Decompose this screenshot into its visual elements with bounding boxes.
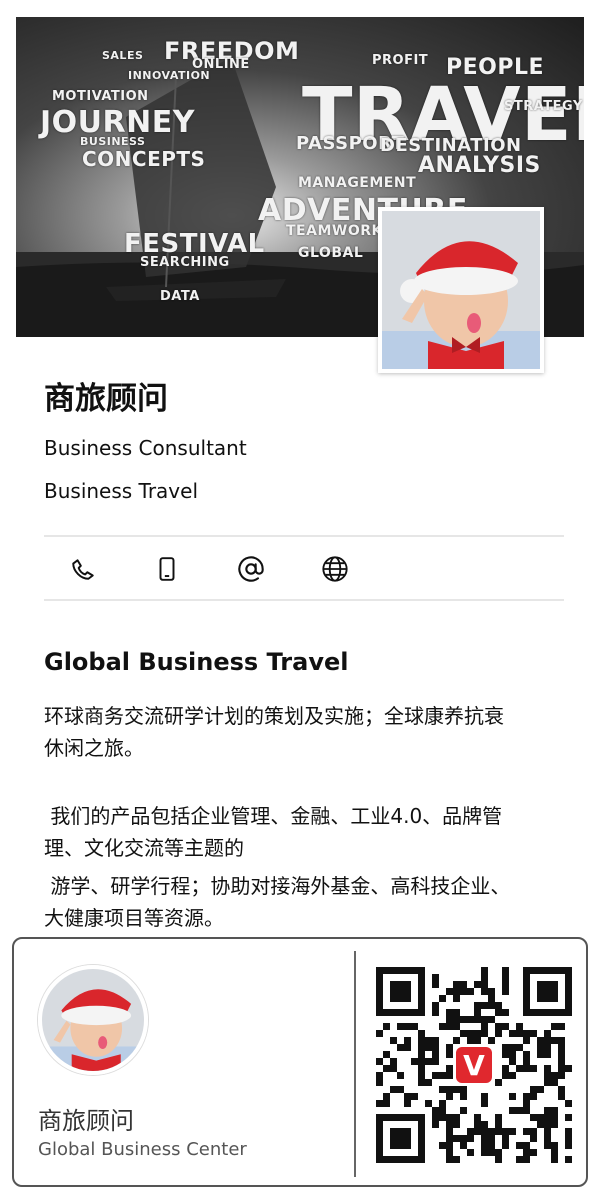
word-innovation: INNOVATION (128, 69, 211, 82)
about-para2-line1: 我们的产品包括企业管理、金融、工业4.0、品牌管 (44, 804, 503, 828)
qr-code[interactable]: V (376, 967, 572, 1163)
word-data: DATA (160, 289, 200, 304)
card-divider (354, 951, 356, 1177)
card-name: 商旅顾问 (38, 1107, 134, 1135)
about-para1-line2: 休闲之旅。 (44, 736, 144, 760)
phone-icon[interactable] (66, 552, 100, 586)
word-teamwork: TEAMWORK (286, 223, 383, 239)
profile-avatar[interactable] (378, 207, 544, 373)
email-icon[interactable] (234, 552, 268, 586)
about-para1-line1: 环球商务交流研学计划的策划及实施；全球康养抗衰 (44, 704, 504, 728)
profile-name: 商旅顾问 (44, 381, 168, 417)
word-motivation: MOTIVATION (52, 89, 149, 104)
about-para2-line3: 游学、研学行程；协助对接海外基金、高科技企业、 (44, 874, 511, 898)
divider-bottom (44, 599, 564, 601)
about-para2-line2: 理、文化交流等主题的 (44, 836, 244, 860)
word-sales: SALES (102, 49, 144, 62)
word-business: BUSINESS (80, 135, 146, 148)
word-searching: SEARCHING (140, 255, 230, 270)
qr-code-pattern: V (376, 967, 572, 1163)
globe-icon[interactable] (318, 552, 352, 586)
card-subtitle: Global Business Center (38, 1139, 247, 1160)
card-avatar (38, 965, 148, 1075)
qr-badge-letter: V (463, 1049, 485, 1082)
mobile-icon[interactable] (150, 552, 184, 586)
santa-hat-person-illustration (382, 211, 540, 369)
word-people: PEOPLE (446, 55, 545, 80)
about-title: Global Business Travel (44, 648, 349, 676)
word-concepts: CONCEPTS (82, 147, 206, 171)
contact-actions-row (44, 540, 564, 598)
about-para2-line4: 大健康项目等资源。 (44, 906, 224, 930)
word-management: MANAGEMENT (298, 175, 417, 191)
word-destination: DESTINATION (380, 135, 522, 156)
word-analysis: ANALYSIS (418, 153, 541, 178)
word-profit: PROFIT (372, 53, 429, 68)
profile-role: Business Consultant (44, 436, 247, 460)
santa-hat-person-illustration-small (42, 969, 144, 1071)
profile-company: Business Travel (44, 479, 199, 503)
business-card: 商旅顾问 Global Business Center V (12, 937, 588, 1187)
word-strategy: STRATEGY (504, 99, 583, 114)
divider-top (44, 535, 564, 537)
word-global: GLOBAL (298, 245, 364, 261)
